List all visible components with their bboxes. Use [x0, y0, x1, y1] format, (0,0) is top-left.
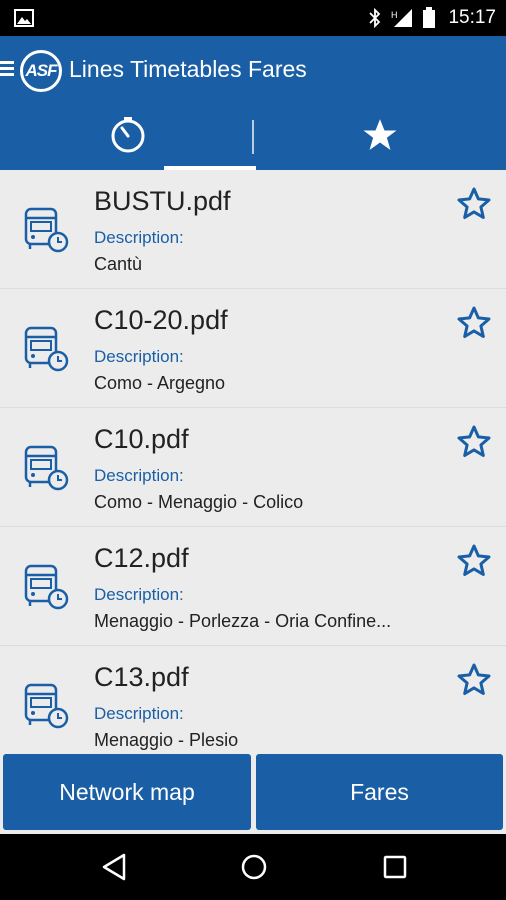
network-map-button[interactable]: Network map — [3, 754, 251, 830]
navigation-bar — [0, 834, 506, 900]
favorite-star-icon[interactable] — [456, 186, 492, 227]
menu-icon[interactable] — [0, 58, 18, 78]
bluetooth-icon — [369, 8, 381, 28]
app-bar: ASF Lines Timetables Fares — [0, 36, 506, 170]
item-description-label: Description: — [94, 228, 184, 247]
timer-icon — [111, 117, 145, 153]
favorite-star-icon[interactable] — [456, 543, 492, 584]
item-description-label: Description: — [94, 585, 184, 604]
favorite-star-icon[interactable] — [456, 662, 492, 703]
item-filename: C10-20.pdf — [94, 305, 228, 335]
list-item[interactable]: C10.pdf Description: Como - Menaggio - Col… — [0, 408, 506, 527]
list-item[interactable]: C10-20.pdf Description: Como - Argegno — [0, 289, 506, 408]
bus-timetable-icon — [22, 206, 70, 259]
tab-favorites[interactable] — [334, 100, 426, 170]
recents-icon[interactable] — [381, 852, 409, 882]
list-item[interactable]: BUSTU.pdf Description: Cantù — [0, 170, 506, 289]
home-icon[interactable] — [239, 852, 269, 882]
list-item[interactable]: C12.pdf Description: Menaggio - Porlezza -… — [0, 527, 506, 646]
bus-timetable-icon — [22, 325, 70, 378]
item-filename: BUSTU.pdf — [94, 186, 231, 216]
item-description-label: Description: — [94, 466, 184, 485]
bus-timetable-icon — [22, 563, 70, 616]
app-logo: ASF — [20, 50, 62, 92]
bus-timetable-icon — [22, 682, 70, 735]
item-filename: C10.pdf — [94, 424, 189, 454]
tab-divider — [252, 120, 254, 154]
bus-timetable-icon — [22, 444, 70, 497]
favorite-star-icon[interactable] — [456, 305, 492, 346]
battery-icon — [423, 7, 436, 28]
app-title: Lines Timetables Fares — [69, 56, 307, 82]
item-description: Como - Argegno — [94, 373, 226, 393]
status-time: 15:17 — [448, 7, 496, 28]
star-icon — [363, 119, 397, 150]
status-bar: H 15:17 — [0, 0, 506, 36]
item-description: Menaggio - Porlezza - Oria Confine... — [94, 611, 392, 631]
item-description-label: Description: — [94, 704, 184, 723]
item-description: Menaggio - Plesio — [94, 730, 239, 750]
svg-text:H: H — [391, 10, 398, 20]
image-icon — [14, 9, 34, 27]
list-item[interactable]: C13.pdf Description: Menaggio - Plesio — [0, 646, 506, 750]
tab-recent[interactable] — [82, 100, 256, 170]
item-description: Cantù — [94, 254, 143, 274]
back-icon[interactable] — [100, 852, 128, 882]
signal-icon: H — [391, 9, 413, 27]
item-filename: C12.pdf — [94, 543, 189, 573]
bottom-button-bar: Network map Fares — [0, 750, 506, 834]
fares-button[interactable]: Fares — [256, 754, 503, 830]
item-filename: C13.pdf — [94, 662, 189, 692]
item-description-label: Description: — [94, 347, 184, 366]
favorite-star-icon[interactable] — [456, 424, 492, 465]
item-description: Como - Menaggio - Colico — [94, 492, 304, 512]
timetable-list[interactable]: BUSTU.pdf Description: Cantù C10-20.pdf Desc… — [0, 170, 506, 750]
